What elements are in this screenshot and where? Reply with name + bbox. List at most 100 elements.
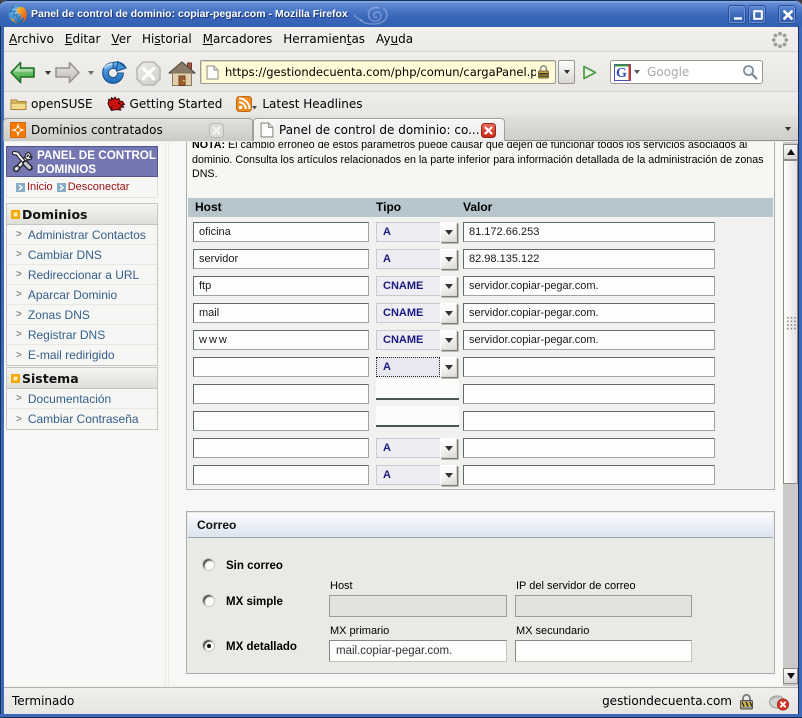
tab-panel-de-control[interactable]: Panel de control de dominio: co... xyxy=(253,118,505,141)
dns-tipo-select-4[interactable]: CNAME xyxy=(376,303,457,323)
reload-button[interactable] xyxy=(100,60,127,86)
dns-valor-input-6[interactable] xyxy=(463,357,715,377)
select-arrow-button[interactable] xyxy=(440,303,457,323)
url-history-dropdown[interactable] xyxy=(558,60,575,84)
dns-valor-input-5[interactable]: servidor.copiar-pegar.com. xyxy=(463,330,715,350)
dns-host-input-8[interactable] xyxy=(193,411,369,431)
dns-tipo-select-6-focused[interactable]: A xyxy=(376,357,457,377)
menu-editar[interactable]: Editar xyxy=(60,29,106,49)
menu-marcadores[interactable]: Marcadores xyxy=(198,29,278,49)
dns-host-input-5[interactable]: www xyxy=(193,330,369,350)
select-arrow-button[interactable] xyxy=(440,330,457,350)
sidebar-item-registrar-dns[interactable]: >Registrar DNS xyxy=(7,325,157,345)
search-go-icon[interactable] xyxy=(741,63,759,81)
bookmark-opensuse[interactable]: openSUSE xyxy=(10,97,93,111)
dns-host-input-9[interactable] xyxy=(193,438,369,458)
sidebar-item-cambiar-dns[interactable]: >Cambiar DNS xyxy=(7,245,157,265)
radio-mx-simple[interactable] xyxy=(202,594,215,607)
bookmark-latest-headlines[interactable]: Latest Headlines xyxy=(236,96,362,112)
url-bar[interactable]: https://gestiondecuenta.com/php/comun/ca… xyxy=(200,60,556,84)
select-arrow-button[interactable] xyxy=(440,276,457,296)
select-arrow-button[interactable] xyxy=(440,249,457,269)
sidebar-item-email-redirigido[interactable]: >E-mail redirigido xyxy=(7,345,157,365)
menu-ver[interactable]: Ver xyxy=(106,29,136,49)
dns-host-input-4[interactable]: mail xyxy=(193,303,369,323)
dns-valor-input-10[interactable] xyxy=(463,465,715,485)
dns-host-input-6[interactable] xyxy=(193,357,369,377)
sidebar-link-inicio[interactable]: Inicio xyxy=(27,181,53,193)
stop-button[interactable] xyxy=(135,60,162,86)
status-corner-icon[interactable] xyxy=(768,692,790,711)
dns-host-input-2[interactable]: servidor xyxy=(193,249,369,269)
dns-host-input-3[interactable]: ftp xyxy=(193,276,369,296)
home-button[interactable] xyxy=(168,60,196,87)
tab-close-icon[interactable] xyxy=(209,123,224,138)
forward-button[interactable] xyxy=(52,60,82,86)
input-mx-secundario[interactable] xyxy=(515,640,692,662)
search-box[interactable]: G Google xyxy=(610,60,763,84)
dns-tipo-select-8[interactable] xyxy=(376,406,459,427)
sidebar-item-documentacion[interactable]: >Documentación xyxy=(7,389,157,409)
dns-tipo-select-1[interactable]: A xyxy=(376,222,457,242)
sidebar-item-administrar-contactos[interactable]: >Administrar Contactos xyxy=(7,225,157,245)
back-history-dropdown[interactable] xyxy=(45,71,51,75)
close-button[interactable] xyxy=(778,5,796,24)
dns-host-input-1[interactable]: oficina xyxy=(193,222,369,242)
dns-tipo-select-3[interactable]: CNAME xyxy=(376,276,457,296)
dns-tipo-select-2[interactable]: A xyxy=(376,249,457,269)
page-scrollbar[interactable] xyxy=(783,142,798,686)
scroll-thumb[interactable] xyxy=(783,160,798,484)
dns-valor-input-9[interactable] xyxy=(463,438,715,458)
select-arrow-button[interactable] xyxy=(440,438,457,458)
sidebar-item-zonas-dns[interactable]: >Zonas DNS xyxy=(7,305,157,325)
menu-ayuda[interactable]: Ayuda xyxy=(371,29,418,49)
url-text[interactable]: https://gestiondecuenta.com/php/comun/ca… xyxy=(225,65,536,79)
sidebar-item-redireccionar-url[interactable]: >Redireccionar a URL xyxy=(7,265,157,285)
scroll-up-button[interactable] xyxy=(783,144,798,160)
input-mx-simple-ip[interactable] xyxy=(515,595,692,617)
titlebar[interactable]: Panel de control de dominio: copiar-pega… xyxy=(0,0,802,27)
select-arrow-button[interactable] xyxy=(440,465,457,485)
menu-archivo[interactable]: Archivo xyxy=(4,29,59,49)
bookmark-getting-started[interactable]: Getting Started xyxy=(107,96,223,112)
dns-host-input-7[interactable] xyxy=(193,384,369,404)
forward-history-dropdown[interactable] xyxy=(88,71,94,75)
dns-valor-input-7[interactable] xyxy=(463,384,715,404)
select-arrow-button[interactable] xyxy=(440,357,457,377)
dns-valor-input-4[interactable]: servidor.copiar-pegar.com. xyxy=(463,303,715,323)
dns-tipo-select-9[interactable]: A xyxy=(376,438,457,458)
go-button[interactable] xyxy=(580,63,603,82)
dns-tipo-select-7[interactable] xyxy=(376,379,459,400)
search-engine-dropdown[interactable] xyxy=(634,70,640,74)
scroll-down-button[interactable] xyxy=(783,668,798,684)
select-arrow-button[interactable] xyxy=(440,222,457,242)
input-mx-primario[interactable]: mail.copiar-pegar.com. xyxy=(329,640,507,662)
search-input[interactable]: Google xyxy=(647,65,741,79)
dns-valor-input-8[interactable] xyxy=(463,411,715,431)
dns-valor-input-2[interactable]: 82.98.135.122 xyxy=(463,249,715,269)
tab-close-icon-active[interactable] xyxy=(481,123,496,138)
input-mx-simple-host[interactable] xyxy=(329,595,507,617)
tab-dominios-contratados[interactable]: Dominios contratados xyxy=(3,118,253,141)
sidebar-item-cambiar-contrasena[interactable]: >Cambiar Contraseña xyxy=(7,409,157,429)
radio-sin-correo[interactable] xyxy=(202,558,215,571)
maximize-button[interactable] xyxy=(748,5,766,24)
radio-mx-detallado[interactable] xyxy=(202,639,215,652)
firefox-window-icon[interactable] xyxy=(7,4,28,25)
dns-valor-input-3[interactable]: servidor.copiar-pegar.com. xyxy=(463,276,715,296)
tab-list-dropdown[interactable] xyxy=(785,127,791,131)
sidebar-section-title: Sistema xyxy=(7,368,157,389)
sidebar-item-aparcar-dominio[interactable]: >Aparcar Dominio xyxy=(7,285,157,305)
status-ssl-lock-icon[interactable] xyxy=(737,693,756,710)
back-button[interactable] xyxy=(8,60,38,86)
menu-historial[interactable]: Historial xyxy=(137,29,197,49)
dns-tipo-select-10[interactable]: A xyxy=(376,465,457,485)
menu-herramientas[interactable]: Herramientas xyxy=(278,29,370,49)
dns-tipo-select-5[interactable]: CNAME xyxy=(376,330,457,350)
dns-host-input-10[interactable] xyxy=(193,465,369,485)
sidebar-link-desconectar[interactable]: Desconectar xyxy=(68,181,130,193)
google-engine-icon[interactable]: G xyxy=(614,64,631,81)
item-chevron-icon: > xyxy=(16,393,22,404)
minimize-button[interactable] xyxy=(728,5,746,24)
dns-valor-input-1[interactable]: 81.172.66.253 xyxy=(463,222,715,242)
